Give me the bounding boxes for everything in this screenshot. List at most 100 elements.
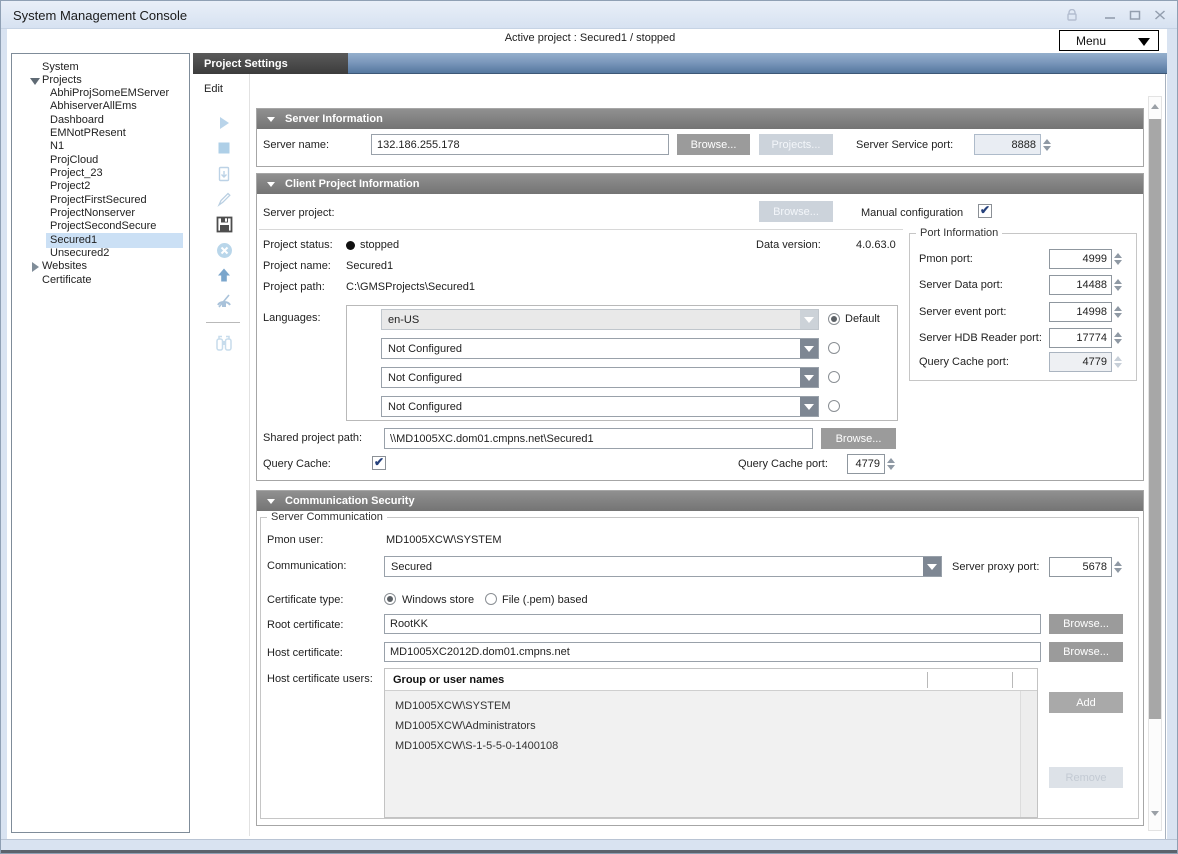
tree-item-projectfirstsecured[interactable]: ProjectFirstSecured bbox=[12, 194, 189, 208]
chevron-down-icon[interactable] bbox=[800, 310, 818, 329]
pmon-port-spinner[interactable]: 4999 bbox=[1049, 249, 1124, 269]
users-table-header[interactable]: Group or user names bbox=[385, 669, 1037, 691]
table-scrollbar-track[interactable] bbox=[1020, 691, 1037, 817]
table-row[interactable]: MD1005XCW\SYSTEM bbox=[395, 700, 511, 712]
spinner-arrows[interactable] bbox=[885, 454, 897, 474]
default-language-radio-1[interactable] bbox=[828, 313, 840, 325]
server-proxy-port-spinner[interactable]: 5678 bbox=[1049, 557, 1124, 577]
language-dropdown-3[interactable]: Not Configured bbox=[381, 367, 819, 388]
edit-pen-button[interactable] bbox=[214, 189, 234, 209]
spinner-arrows[interactable] bbox=[1112, 249, 1124, 269]
tree-item-websites[interactable]: Websites bbox=[12, 260, 189, 274]
chevron-down-icon[interactable] bbox=[800, 339, 818, 358]
root-certificate-input[interactable]: RootKK bbox=[384, 614, 1041, 634]
chevron-down-icon[interactable] bbox=[800, 397, 818, 416]
minimize-button[interactable] bbox=[1101, 7, 1119, 23]
tree-item-projects[interactable]: Projects bbox=[12, 74, 189, 88]
windows-store-radio[interactable] bbox=[384, 593, 396, 605]
query-cache-port-spinner[interactable]: 4779 bbox=[847, 454, 897, 474]
tree-item-project2[interactable]: Project2 bbox=[12, 180, 189, 194]
root-certificate-browse-button[interactable]: Browse... bbox=[1049, 614, 1123, 634]
tree-item-projectnonserver[interactable]: ProjectNonserver bbox=[12, 207, 189, 221]
stop-button[interactable] bbox=[214, 138, 234, 158]
tree-item-project-23[interactable]: Project_23 bbox=[12, 167, 189, 181]
server-name-browse-button[interactable]: Browse... bbox=[677, 134, 750, 155]
tree-item-abhiprojsomeemserver[interactable]: AbhiProjSomeEMServer bbox=[12, 87, 189, 101]
spinner-arrows[interactable] bbox=[1112, 557, 1124, 577]
table-row[interactable]: MD1005XCW\Administrators bbox=[395, 720, 536, 732]
language-dropdown-2[interactable]: Not Configured bbox=[381, 338, 819, 359]
query-cache-label: Query Cache: bbox=[263, 458, 331, 470]
host-certificate-users-table[interactable]: Group or user names MD1005XCW\SYSTEM MD1… bbox=[384, 668, 1038, 818]
scrollbar-down-arrow[interactable] bbox=[1151, 811, 1159, 816]
spinner-arrows[interactable] bbox=[1112, 328, 1124, 348]
chevron-down-icon[interactable] bbox=[923, 557, 941, 576]
spinner-arrows[interactable] bbox=[1112, 275, 1124, 295]
shared-project-path-input[interactable]: \\MD1005XC.dom01.cmpns.net\Secured1 bbox=[384, 428, 813, 449]
menu-button[interactable]: Menu bbox=[1059, 30, 1159, 51]
cancel-button[interactable] bbox=[214, 240, 234, 260]
tree-item-unsecured2[interactable]: Unsecured2 bbox=[12, 247, 189, 261]
server-service-port-spinner[interactable]: 8888 bbox=[974, 134, 1053, 155]
collapsed-arrow-icon[interactable] bbox=[32, 262, 39, 272]
save-icon bbox=[216, 216, 233, 233]
client-project-information-header[interactable]: Client Project Information bbox=[257, 174, 1143, 194]
file-pem-radio[interactable] bbox=[485, 593, 497, 605]
host-certificate-input[interactable]: MD1005XC2012D.dom01.cmpns.net bbox=[384, 642, 1041, 662]
communication-security-header[interactable]: Communication Security bbox=[257, 491, 1143, 511]
manual-configuration-checkbox[interactable] bbox=[978, 204, 992, 218]
content-scrollbar-thumb[interactable] bbox=[1149, 119, 1161, 719]
disconnect-button[interactable] bbox=[214, 291, 234, 311]
tab-project-settings[interactable]: Project Settings bbox=[193, 53, 348, 74]
server-service-port-value[interactable]: 8888 bbox=[974, 134, 1041, 155]
server-project-browse-button[interactable]: Browse... bbox=[759, 201, 833, 222]
shared-project-path-label: Shared project path: bbox=[263, 432, 362, 444]
server-event-port-spinner[interactable]: 14998 bbox=[1049, 302, 1124, 322]
default-language-radio-3[interactable] bbox=[828, 371, 840, 383]
expanded-arrow-icon[interactable] bbox=[30, 78, 40, 85]
server-name-input[interactable]: 132.186.255.178 bbox=[371, 134, 669, 155]
tree-item-abhiserverallems[interactable]: AbhiserverAllEms bbox=[12, 100, 189, 114]
server-data-port-label: Server Data port: bbox=[919, 279, 1003, 291]
tree-item-dashboard[interactable]: Dashboard bbox=[12, 114, 189, 128]
column-separator[interactable] bbox=[927, 672, 928, 688]
upload-button[interactable] bbox=[214, 265, 234, 285]
language-dropdown-4[interactable]: Not Configured bbox=[381, 396, 819, 417]
server-hdb-reader-port-spinner[interactable]: 17774 bbox=[1049, 328, 1124, 348]
close-button[interactable] bbox=[1151, 7, 1169, 23]
edit-menu[interactable]: Edit bbox=[204, 83, 223, 95]
tree-item-projectsecondsecure[interactable]: ProjectSecondSecure bbox=[12, 220, 189, 234]
add-user-button[interactable]: Add bbox=[1049, 692, 1123, 713]
chevron-down-icon[interactable] bbox=[800, 368, 818, 387]
default-language-radio-2[interactable] bbox=[828, 342, 840, 354]
tree-item-emnotpresent[interactable]: EMNotPResent bbox=[12, 127, 189, 141]
maximize-button[interactable] bbox=[1126, 7, 1144, 23]
server-information-header[interactable]: Server Information bbox=[257, 109, 1143, 129]
toolbar-separator bbox=[206, 322, 240, 323]
tree-item-secured1[interactable]: Secured1 bbox=[12, 234, 189, 248]
column-separator[interactable] bbox=[1012, 672, 1013, 688]
tree-item-system[interactable]: System bbox=[12, 61, 189, 75]
tree-item-n1[interactable]: N1 bbox=[12, 140, 189, 154]
remove-user-button[interactable]: Remove bbox=[1049, 767, 1123, 788]
file-pem-label: File (.pem) based bbox=[502, 594, 588, 606]
export-project-button[interactable] bbox=[214, 164, 234, 184]
projects-button[interactable]: Projects... bbox=[759, 134, 833, 155]
tree-item-projcloud[interactable]: ProjCloud bbox=[12, 154, 189, 168]
play-button[interactable] bbox=[214, 113, 234, 133]
find-button[interactable] bbox=[214, 333, 234, 353]
tree-item-certificate[interactable]: Certificate bbox=[12, 274, 189, 288]
spinner-arrows[interactable] bbox=[1112, 302, 1124, 322]
shared-path-browse-button[interactable]: Browse... bbox=[821, 428, 896, 449]
default-language-radio-4[interactable] bbox=[828, 400, 840, 412]
active-project-status: Active project : Secured1 / stopped bbox=[1, 32, 1178, 44]
scrollbar-up-arrow[interactable] bbox=[1151, 104, 1159, 109]
query-cache-checkbox[interactable] bbox=[372, 456, 386, 470]
server-data-port-spinner[interactable]: 14488 bbox=[1049, 275, 1124, 295]
spinner-arrows[interactable] bbox=[1041, 134, 1053, 155]
host-certificate-browse-button[interactable]: Browse... bbox=[1049, 642, 1123, 662]
language-dropdown-1[interactable]: en-US bbox=[381, 309, 819, 330]
table-row[interactable]: MD1005XCW\S-1-5-5-0-1400108 bbox=[395, 740, 558, 752]
save-button[interactable] bbox=[214, 214, 234, 234]
communication-dropdown[interactable]: Secured bbox=[384, 556, 942, 577]
